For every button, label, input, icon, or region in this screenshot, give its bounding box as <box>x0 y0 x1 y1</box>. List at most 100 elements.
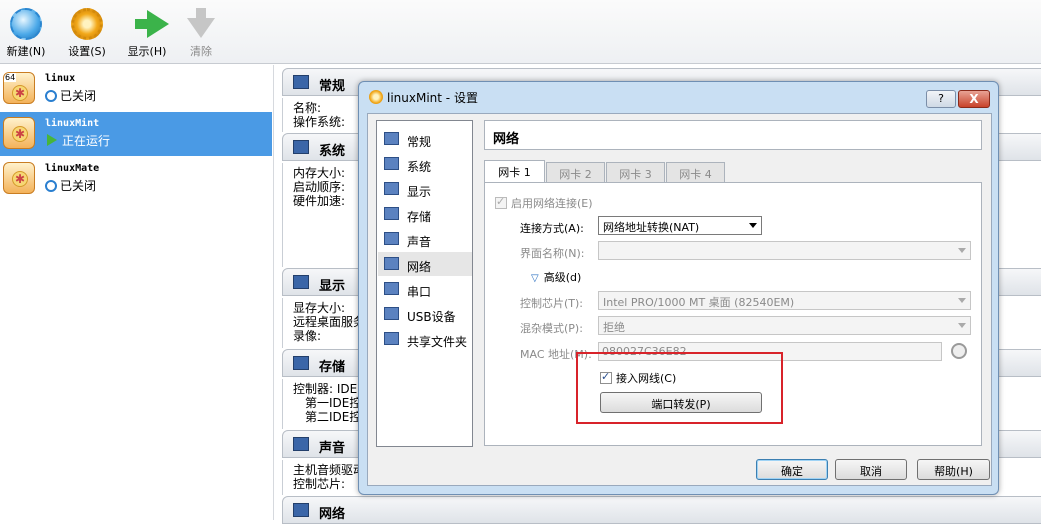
vm-item-linuxmint[interactable]: ✱ linuxMint 正在运行 <box>0 112 272 156</box>
dialog-title-text: linuxMint - 设置 <box>387 91 478 105</box>
category-label: 显示 <box>407 185 432 199</box>
running-arrow-icon <box>47 134 57 146</box>
os-star-icon: ✱ <box>12 85 28 101</box>
vm-item-linux[interactable]: 64 ✱ linux 已关闭 <box>0 67 272 111</box>
new-label: 新建(N) <box>6 45 46 58</box>
category-label: 共享文件夹 <box>407 335 468 349</box>
serial-port-icon <box>384 282 399 295</box>
vm-name: linuxMate <box>45 163 100 174</box>
promiscuous-value: 拒绝 <box>603 321 625 334</box>
os-star-icon: ✱ <box>12 126 28 142</box>
triangle-down-icon: ▽ <box>531 273 539 284</box>
tab-adapter-3[interactable]: 网卡 3 <box>606 162 665 182</box>
close-button[interactable]: X <box>958 90 990 108</box>
discard-icon-wrap <box>185 8 217 40</box>
help-title-button[interactable]: ? <box>926 90 956 108</box>
category-label: 常规 <box>407 135 432 149</box>
attached-to-select[interactable]: 网络地址转换(NAT) <box>598 216 762 235</box>
category-label: 存储 <box>407 210 432 224</box>
category-label: 串口 <box>407 285 432 299</box>
vm-os-icon: ✱ <box>3 117 35 149</box>
vm-item-linuxmate[interactable]: ✱ linuxMate 已关闭 <box>0 157 272 201</box>
name-label: 界面名称(N): <box>520 247 585 260</box>
show-icon-wrap <box>131 8 169 40</box>
vm-state: 已关闭 <box>45 177 96 194</box>
tab-adapter-4[interactable]: 网卡 4 <box>666 162 725 182</box>
category-system[interactable]: 系统 <box>378 152 472 176</box>
settings-label: 设置(S) <box>68 45 106 58</box>
enable-adapter-checkbox[interactable]: 启用网络连接(E) <box>495 195 593 211</box>
attached-to-label: 连接方式(A): <box>520 222 584 235</box>
section-title: 声音 <box>319 441 346 456</box>
cancel-button[interactable]: 取消 <box>835 459 907 480</box>
help-button[interactable]: 帮助(H) <box>917 459 990 480</box>
advanced-label: 高级(d) <box>543 271 582 284</box>
category-audio[interactable]: 声音 <box>378 227 472 251</box>
usb-icon <box>384 307 399 320</box>
vm-state-text: 已关闭 <box>60 179 97 193</box>
show-button[interactable]: 显示(H) <box>119 8 175 59</box>
category-shared-folders[interactable]: 共享文件夹 <box>378 327 472 351</box>
adapter-type-select[interactable]: Intel PRO/1000 MT 桌面 (82540EM) <box>598 291 971 310</box>
adapter-type-value: Intel PRO/1000 MT 桌面 (82540EM) <box>603 296 795 309</box>
network-icon <box>293 503 309 517</box>
category-label: 系统 <box>407 160 432 174</box>
ok-button[interactable]: 确定 <box>756 459 828 480</box>
speaker-icon <box>384 232 399 245</box>
category-serial[interactable]: 串口 <box>378 277 472 301</box>
chip-icon <box>384 157 399 170</box>
new-button[interactable]: 新建(N) <box>0 8 54 59</box>
arrow-right-icon <box>135 10 169 38</box>
vm-state-text: 正在运行 <box>62 134 111 148</box>
speaker-icon <box>293 437 309 451</box>
category-label: 声音 <box>407 235 432 249</box>
category-usb[interactable]: USB设备 <box>378 302 472 326</box>
tab-adapter-2[interactable]: 网卡 2 <box>546 162 605 182</box>
vm-state-text: 已关闭 <box>60 89 97 103</box>
enable-adapter-label: 启用网络连接(E) <box>511 197 593 210</box>
promiscuous-select[interactable]: 拒绝 <box>598 316 971 335</box>
section-title: 系统 <box>319 144 346 159</box>
vm-name: linux <box>45 73 76 84</box>
disk-icon <box>384 207 399 220</box>
settings-button[interactable]: 设置(S) <box>59 8 115 59</box>
tab-adapter-1[interactable]: 网卡 1 <box>484 160 545 183</box>
adapter-type-label: 控制芯片(T): <box>520 297 584 310</box>
chevron-down-icon <box>749 223 757 228</box>
category-network[interactable]: 网络 <box>378 252 472 276</box>
network-icon <box>384 257 399 270</box>
refresh-icon[interactable] <box>951 343 967 359</box>
category-label: 网络 <box>407 260 432 274</box>
advanced-toggle[interactable]: ▽ 高级(d) <box>531 269 581 285</box>
display-icon <box>293 275 309 289</box>
monitor-icon <box>384 132 399 145</box>
dialog-content: 常规 系统 显示 存储 声音 网络 串口 USB设备 共享文件夹 网络 网卡 1… <box>367 113 992 486</box>
discard-button[interactable]: 清除 <box>173 8 229 59</box>
arrow-down-icon <box>187 8 215 38</box>
vm-state: 正在运行 <box>45 132 110 149</box>
chevron-down-icon <box>958 298 966 303</box>
main-toolbar: 新建(N) 设置(S) 显示(H) 清除 <box>0 0 1041 64</box>
name-select[interactable] <box>598 241 971 260</box>
panel-title: 网络 <box>484 120 982 150</box>
gear-icon <box>369 90 383 104</box>
arch-badge: 64 <box>4 73 17 82</box>
category-general[interactable]: 常规 <box>378 127 472 151</box>
gear-icon <box>71 8 103 40</box>
category-label: USB设备 <box>407 310 456 324</box>
show-label: 显示(H) <box>127 45 167 58</box>
vm-list: 64 ✱ linux 已关闭 ✱ linuxMint 正在运行 ✱ linuxMa… <box>0 65 274 520</box>
category-storage[interactable]: 存储 <box>378 202 472 226</box>
disk-icon <box>293 356 309 370</box>
attached-to-value: 网络地址转换(NAT) <box>603 221 700 234</box>
chip-icon <box>293 140 309 154</box>
new-icon <box>10 8 42 40</box>
chevron-down-icon <box>958 248 966 253</box>
folder-icon <box>384 332 399 345</box>
vm-os-icon: ✱ <box>3 162 35 194</box>
vm-state: 已关闭 <box>45 87 96 104</box>
monitor-icon <box>293 75 309 89</box>
checkbox-icon <box>495 195 507 209</box>
category-display[interactable]: 显示 <box>378 177 472 201</box>
power-off-icon <box>45 90 57 102</box>
